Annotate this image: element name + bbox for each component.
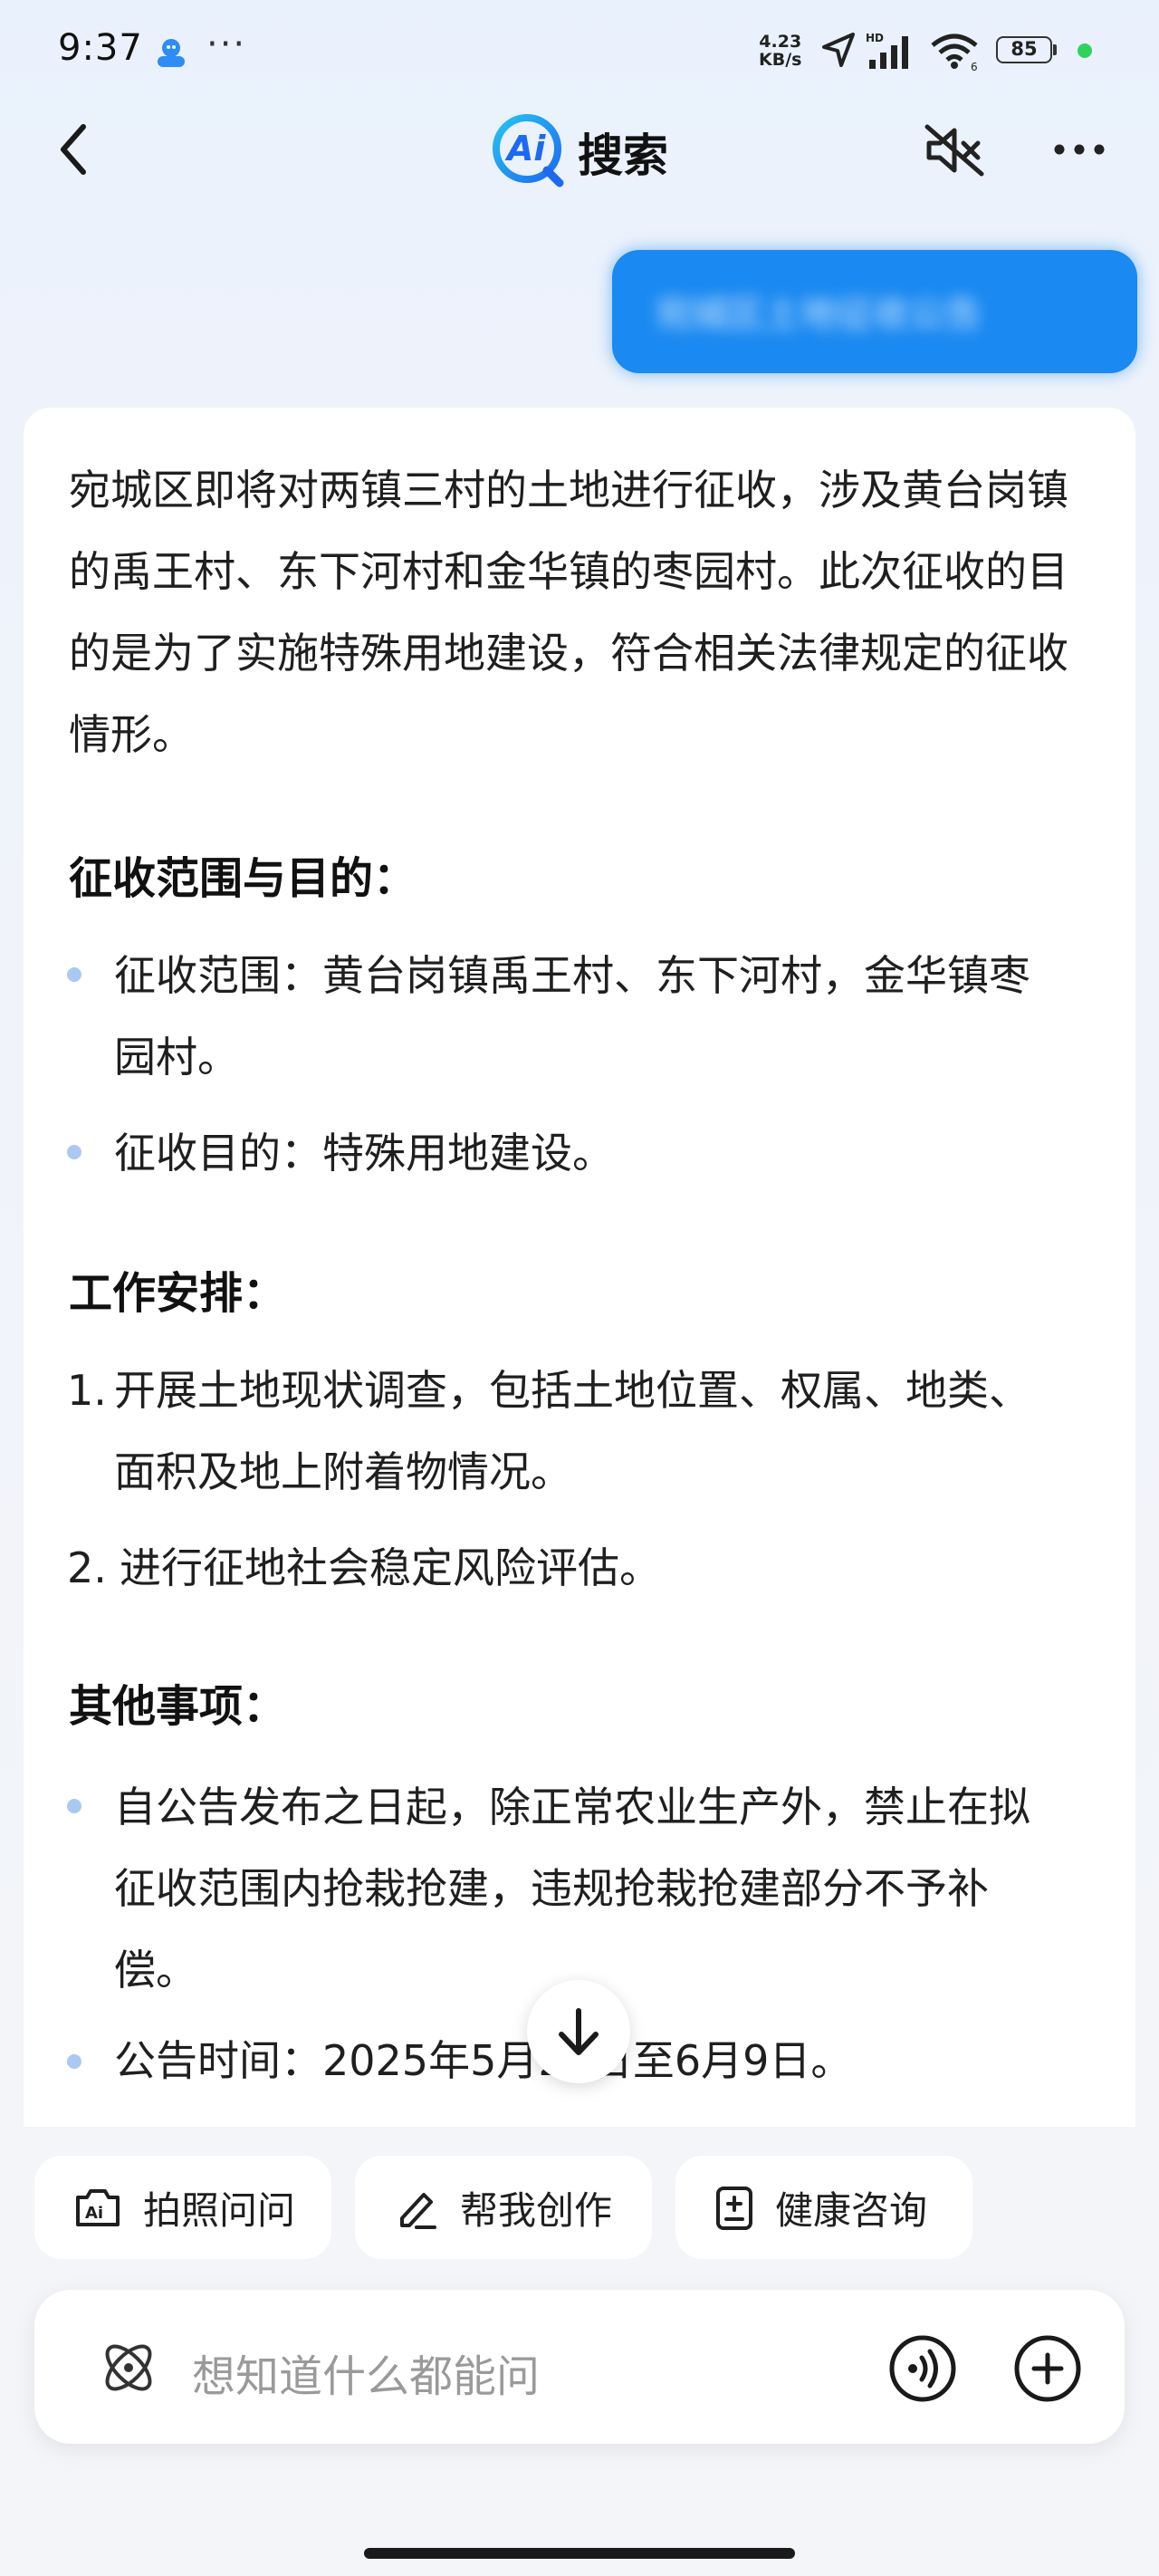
quick-action-label: 帮我创作 (460, 2187, 613, 2233)
battery-tip (1053, 44, 1057, 55)
speaker-muted-icon[interactable] (924, 123, 987, 178)
quick-action-create[interactable]: 帮我创作 (355, 2156, 652, 2259)
network-speed-unit: KB/s (759, 50, 802, 70)
svg-text:6: 6 (971, 61, 978, 71)
ai-assistant-icon[interactable] (94, 2333, 163, 2402)
plus-circle-icon[interactable] (1012, 2333, 1083, 2404)
network-speed-value: 4.23 (759, 32, 802, 52)
section-heading-other: 其他事项： (69, 1681, 287, 1732)
bullet-dot (67, 1799, 81, 1813)
scroll-down-button[interactable] (527, 1980, 630, 2083)
chat-input-placeholder[interactable]: 想知道什么都能问 (192, 2341, 540, 2404)
section-heading-scope: 征收范围与目的： (69, 853, 417, 904)
bullet-dot (67, 1145, 81, 1159)
battery-indicator: 85 (996, 36, 1052, 63)
wifi-icon: 6 (931, 34, 978, 71)
bullet-dot (67, 2054, 81, 2069)
list-number: 1. (67, 1366, 107, 1415)
quick-action-label: 健康咨询 (775, 2187, 928, 2233)
svg-text:HD: HD (866, 32, 884, 44)
ai-camera-icon: Ai (76, 2189, 120, 2226)
svg-text:Ai: Ai (85, 2204, 103, 2223)
back-button[interactable] (53, 118, 98, 181)
privacy-indicator-dot (1078, 43, 1092, 58)
logo-text: Ai (507, 129, 546, 168)
list-item: 征收目的：特殊用地建设。 (114, 1129, 614, 1177)
page-title: 搜索 (578, 130, 668, 182)
home-indicator[interactable] (364, 2548, 795, 2559)
list-item: 开展土地现状调查，包括土地位置、权属、地类、面积及地上附着物情况。 (114, 1366, 1030, 1496)
location-icon (822, 33, 855, 67)
status-more-dots: ··· (206, 24, 247, 65)
network-speed: 4.23 KB/s (759, 33, 801, 69)
bullet-dot (67, 967, 81, 982)
arrow-down-icon (559, 2008, 599, 2055)
answer-intro: 宛城区即将对两镇三村的土地进行征收，涉及黄台岗镇的禹王村、东下河村和金华镇的枣园… (69, 466, 1068, 759)
list-number: 2. (67, 1543, 107, 1592)
more-options-icon[interactable] (1050, 127, 1108, 172)
voice-wave-icon[interactable] (887, 2333, 958, 2404)
signal-icon: HD (866, 32, 908, 69)
app-notification-icon (158, 39, 185, 67)
user-message-text: 宛城区土地征收公告 (656, 293, 982, 335)
ai-search-logo: Ai (489, 111, 570, 190)
section-heading-work: 工作安排： (69, 1268, 287, 1319)
pen-icon (400, 2193, 436, 2229)
quick-action-health[interactable]: 健康咨询 (675, 2156, 972, 2259)
list-item: 自公告发布之日起，除正常农业生产外，禁止在拟征收范围内抢栽抢建，违规抢栽抢建部分… (114, 1783, 1030, 1994)
user-message-bubble[interactable]: 宛城区土地征收公告 (612, 250, 1137, 373)
list-item: 进行征地社会稳定风险评估。 (120, 1543, 661, 1592)
health-clipboard-icon (716, 2187, 752, 2230)
quick-action-label: 拍照问问 (143, 2187, 296, 2233)
status-time: 9:37 (58, 27, 143, 69)
quick-action-photo[interactable]: Ai 拍照问问 (34, 2156, 331, 2259)
list-item: 征收范围：黄台岗镇禹王村、东下河村，金华镇枣园村。 (114, 951, 1030, 1081)
